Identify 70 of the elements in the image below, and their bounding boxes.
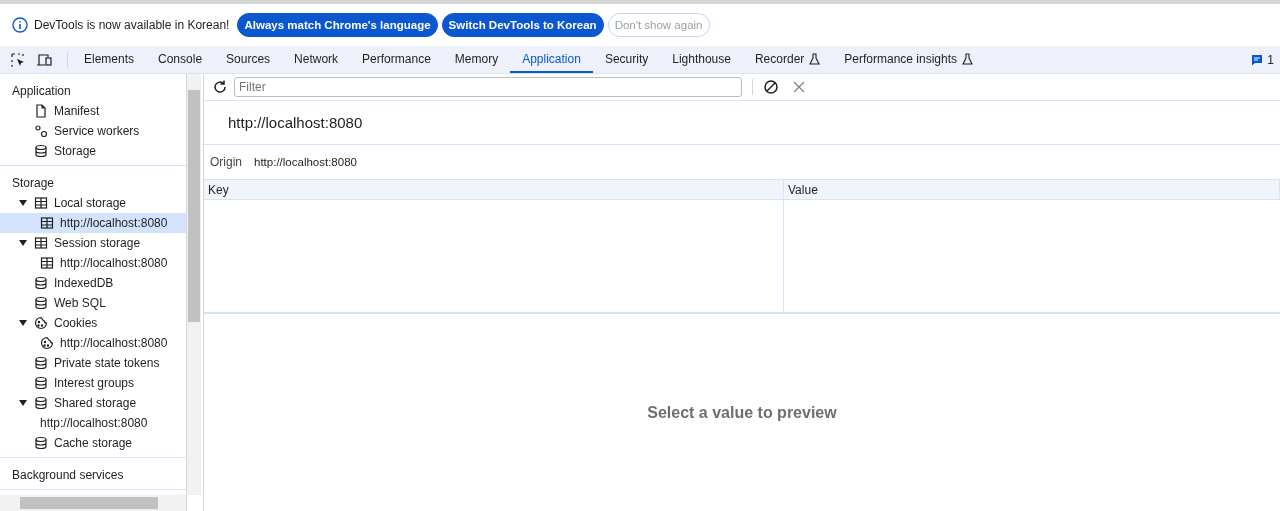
info-message: DevTools is now available in Korean! xyxy=(34,18,230,32)
database-icon xyxy=(34,276,48,290)
info-icon xyxy=(12,17,28,33)
database-icon xyxy=(34,296,48,310)
database-icon xyxy=(34,144,48,158)
infobar-button[interactable]: Always match Chrome's language xyxy=(237,13,438,37)
tree-item[interactable]: http://localhost:8080 xyxy=(0,333,186,353)
column-header[interactable]: Value xyxy=(784,180,1280,200)
table-icon xyxy=(34,236,48,250)
panel-tab[interactable]: Performance xyxy=(350,46,443,73)
panel-tab[interactable]: Lighthouse xyxy=(660,46,743,73)
section-title: Background services xyxy=(11,467,125,484)
expand-arrow-icon[interactable] xyxy=(19,200,27,206)
tree-item[interactable]: Session storage xyxy=(0,233,186,253)
table-icon xyxy=(40,256,54,270)
tree-item[interactable]: http://localhost:8080 xyxy=(0,413,186,433)
database-icon xyxy=(34,376,48,390)
refresh-icon[interactable] xyxy=(212,79,228,95)
horizontal-scrollbar[interactable] xyxy=(0,495,186,511)
cookie-icon xyxy=(40,336,54,350)
panel-tab[interactable]: Recorder xyxy=(742,46,833,73)
database-icon xyxy=(34,436,48,450)
database-icon xyxy=(34,356,48,370)
device-toolbar-icon[interactable] xyxy=(36,51,53,68)
tree-item[interactable]: IndexedDB xyxy=(0,273,186,293)
infobar-button[interactable]: Switch DevTools to Korean xyxy=(441,13,604,37)
section-title: Storage xyxy=(11,175,56,192)
tree-item[interactable]: Web SQL xyxy=(0,293,186,313)
cookie-icon xyxy=(34,316,48,330)
inspect-icon[interactable] xyxy=(10,51,26,68)
tree-item[interactable]: Cookies xyxy=(0,313,186,333)
panel-tab[interactable]: Network xyxy=(282,46,351,73)
flask-icon xyxy=(809,52,821,65)
tree-item[interactable]: Shared storage xyxy=(0,393,186,413)
origin-value: http://localhost:8080 xyxy=(254,156,357,168)
preview-message: Select a value to preview xyxy=(647,403,837,422)
panel-tab[interactable]: Security xyxy=(592,46,661,73)
panel-tab[interactable]: Application xyxy=(510,46,593,73)
panel-tab[interactable]: Console xyxy=(146,46,215,73)
vertical-scrollbar[interactable] xyxy=(187,74,201,495)
expand-arrow-icon[interactable] xyxy=(19,240,27,246)
tree-item[interactable]: Cache storage xyxy=(0,433,186,453)
database-icon xyxy=(34,396,48,410)
section-title: Application xyxy=(11,83,72,100)
tree-item[interactable]: Service workers xyxy=(0,121,186,141)
clear-all-icon[interactable] xyxy=(763,79,779,95)
filter-field[interactable]: Filter xyxy=(234,77,742,97)
table-icon xyxy=(40,216,54,230)
tree-item[interactable]: Manifest xyxy=(0,101,186,121)
table-icon xyxy=(34,196,48,210)
expand-arrow-icon[interactable] xyxy=(19,320,27,326)
tree-item[interactable]: http://localhost:8080 xyxy=(0,253,186,273)
panel-tab[interactable]: Memory xyxy=(442,46,511,73)
tree-item[interactable]: Interest groups xyxy=(0,373,186,393)
panel-tab[interactable]: Elements xyxy=(72,46,147,73)
tree-item[interactable]: http://localhost:8080 xyxy=(0,213,186,233)
tree-item[interactable]: Private state tokens xyxy=(0,353,186,373)
panel-tab[interactable]: Performance insights xyxy=(832,46,986,73)
storage-title: http://localhost:8080 xyxy=(204,101,1280,145)
flask-icon xyxy=(962,52,974,65)
column-header[interactable]: Key xyxy=(204,180,784,200)
origin-label: Origin xyxy=(210,155,242,169)
close-icon[interactable] xyxy=(791,79,807,95)
tree-item[interactable]: Storage xyxy=(0,141,186,161)
issues-icon[interactable] xyxy=(1251,53,1264,66)
issues-count: 1 xyxy=(1267,52,1274,67)
panel-tab[interactable]: Sources xyxy=(214,46,283,73)
file-icon xyxy=(34,104,48,118)
tree-item[interactable]: Local storage xyxy=(0,193,186,213)
expand-arrow-icon[interactable] xyxy=(19,400,27,406)
